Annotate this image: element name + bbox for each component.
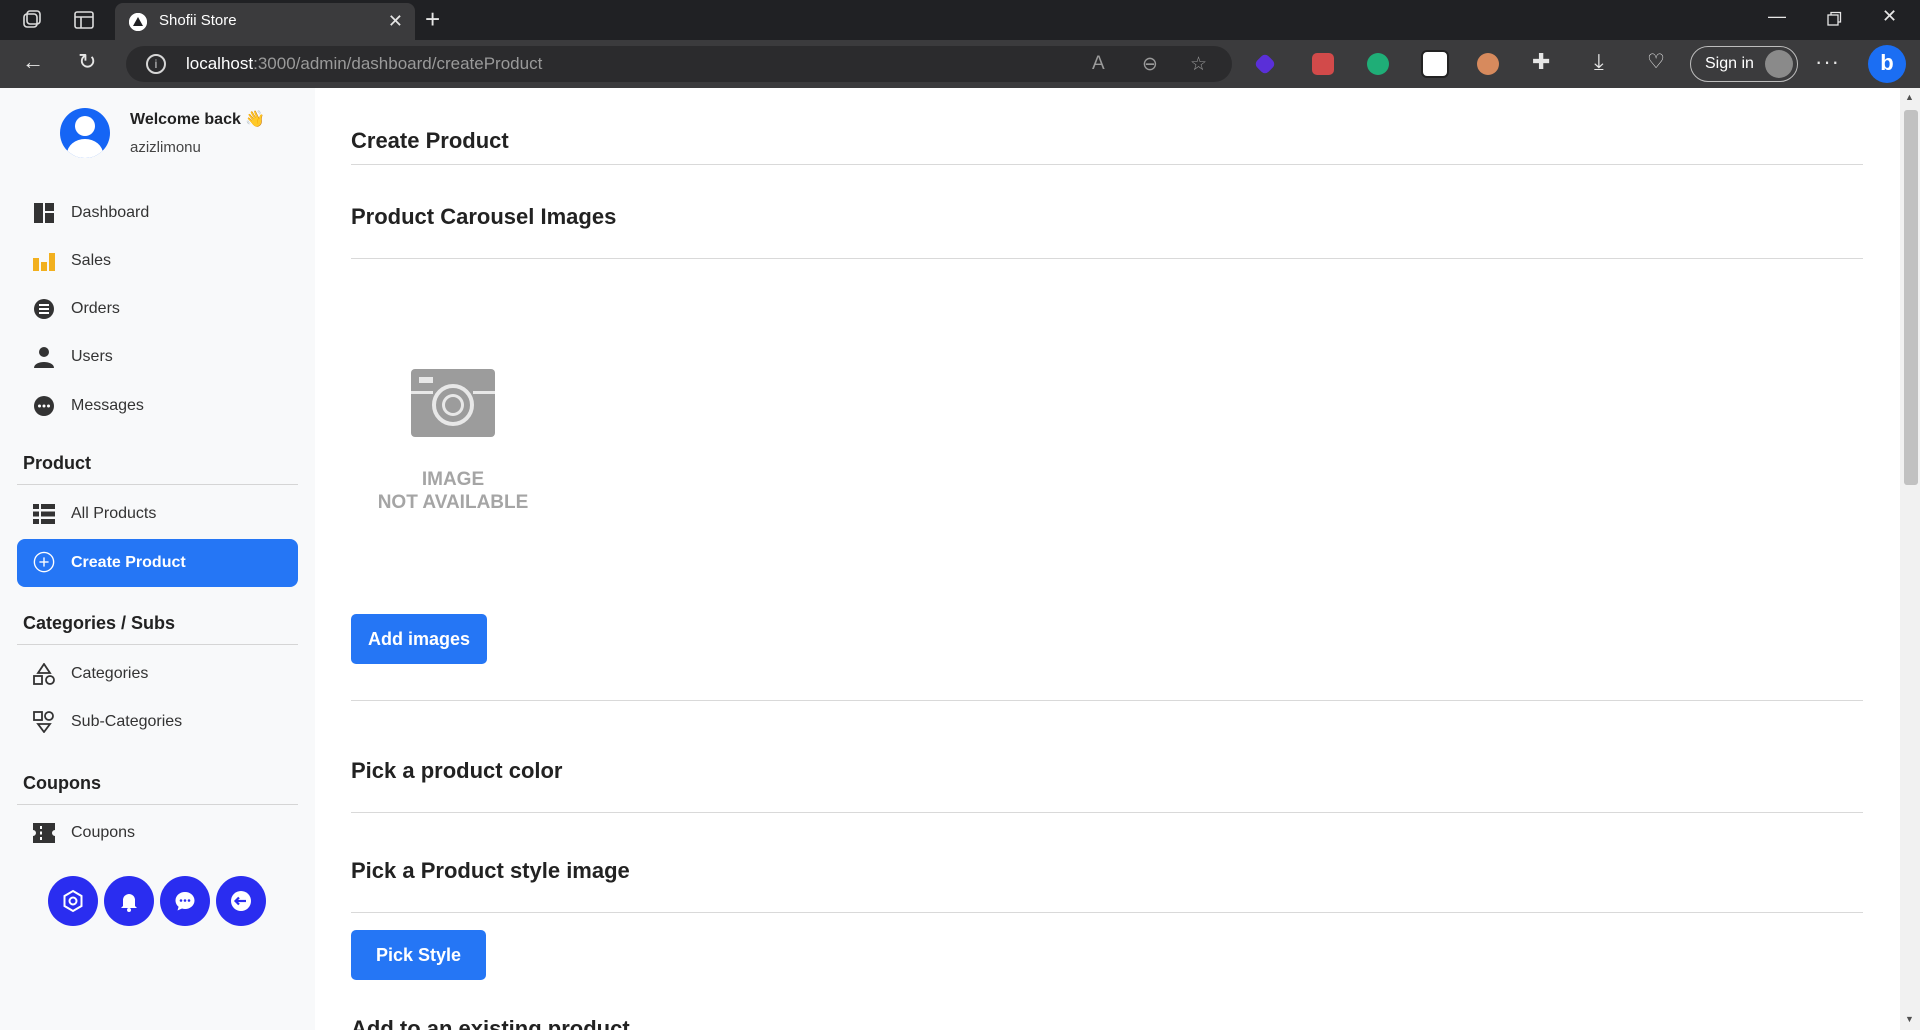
list-icon [34,299,54,319]
user-icon [34,347,54,368]
divider [351,164,1863,165]
new-tab-icon[interactable]: + [425,5,440,33]
carousel-images-heading: Product Carousel Images [351,204,617,229]
section-divider [17,804,298,805]
dashboard-icon [34,203,54,223]
extension-diamond-icon[interactable] [1253,52,1277,76]
user-avatar [60,108,110,158]
sidebar-item-create-product[interactable]: Create Product [17,539,298,587]
product-color-heading: Pick a product color [351,758,563,783]
create-product-form: Create Product Product Carousel Images I… [315,88,1900,1030]
refresh-icon[interactable]: ↻ [78,49,96,75]
logout-button[interactable] [216,876,266,926]
zoom-icon[interactable]: ⊖ [1142,53,1158,76]
workspaces-icon[interactable] [20,8,44,32]
settings-icon [63,889,83,913]
back-icon[interactable]: ← [22,49,44,75]
camera-icon [411,369,495,437]
extension-calendar-icon[interactable] [1312,53,1334,75]
divider [351,812,1863,813]
sidebar-item-dashboard[interactable]: Dashboard [17,191,298,235]
shapes-icon [33,663,55,685]
site-info-icon[interactable]: i [146,54,166,74]
extension-bracket-icon[interactable] [1421,50,1449,78]
more-options-icon[interactable]: ··· [1815,49,1840,75]
restore-icon[interactable] [1826,11,1842,27]
existing-product-heading: Add to an existing product [351,1016,630,1030]
messages-button[interactable] [160,876,210,926]
sidebar-item-categories[interactable]: Categories [17,652,298,696]
url-text[interactable]: localhost:3000/admin/dashboard/createPro… [186,54,542,74]
section-title-product: Product [23,453,92,473]
bar-chart-icon [33,253,55,271]
extensions-puzzle-icon[interactable]: ✚ [1532,49,1550,75]
sign-in-button[interactable]: Sign in [1690,46,1798,82]
add-images-button[interactable]: Add images [351,614,487,664]
username: azizlimonu [130,139,201,156]
notifications-button[interactable] [104,876,154,926]
ticket-icon [33,823,55,843]
table-icon [33,504,55,524]
admin-sidebar: Welcome back 👋 azizlimonu ‹ Dashboard Sa… [0,88,323,1030]
scroll-thumb[interactable] [1904,110,1918,485]
read-aloud-icon[interactable]: A [1092,53,1105,75]
welcome-text: Welcome back 👋 [130,111,266,128]
sidebar-item-users[interactable]: Users [17,335,298,379]
page-title: Create Product [351,128,509,153]
placeholder-text: IMAGE NOT AVAILABLE [377,469,529,513]
sub-shapes-icon [33,711,54,733]
bell-icon [121,894,137,912]
divider [351,258,1863,259]
downloads-icon[interactable]: ⤓ [1594,49,1604,75]
address-bar[interactable]: i localhost:3000/admin/dashboard/createP… [126,46,1232,82]
sidebar-item-orders[interactable]: Orders [17,287,298,331]
minimize-icon[interactable]: — [1768,6,1786,27]
divider [351,912,1863,913]
sidebar-item-sub-categories[interactable]: Sub-Categories [17,700,298,744]
sidebar-item-all-products[interactable]: All Products [17,492,298,536]
settings-button[interactable] [48,876,98,926]
chat-icon [34,396,54,416]
section-divider [17,644,298,645]
extension-face-icon[interactable] [1477,53,1499,75]
site-favicon-icon [129,13,147,31]
tab-title: Shofii Store [159,12,237,29]
profile-avatar-icon [1765,50,1793,78]
product-style-heading: Pick a Product style image [351,858,630,883]
extension-target-icon[interactable] [1367,53,1389,75]
pick-style-button[interactable]: Pick Style [351,930,486,980]
image-not-available-placeholder: IMAGE NOT AVAILABLE [353,358,553,518]
plus-circle-icon [33,551,55,573]
section-title-coupons: Coupons [23,773,101,793]
scroll-down-icon[interactable]: ▼ [1905,1014,1914,1024]
browser-tab-bar: Shofii Store ✕ + — ✕ [0,0,1920,40]
logout-icon [231,891,251,911]
page-scrollbar[interactable]: ▲ ▼ [1900,88,1920,1030]
sidebar-item-messages[interactable]: Messages [17,384,298,428]
close-window-icon[interactable]: ✕ [1882,6,1897,27]
browser-toolbar: ← ↻ i localhost:3000/admin/dashboard/cre… [0,40,1920,88]
sidebar-item-sales[interactable]: Sales [17,239,298,283]
tab-close-icon[interactable]: ✕ [388,11,403,32]
divider [351,700,1863,701]
section-divider [17,484,298,485]
chat-bubble-icon [175,892,195,911]
performance-heart-icon[interactable]: ♡ [1647,49,1665,74]
favorite-star-icon[interactable]: ☆ [1190,53,1207,76]
tab-actions-icon[interactable] [72,8,96,32]
scroll-up-icon[interactable]: ▲ [1905,92,1914,102]
sidebar-item-coupons[interactable]: Coupons [17,811,298,855]
browser-tab-active[interactable]: Shofii Store ✕ [115,3,415,40]
section-title-categories: Categories / Subs [23,613,176,633]
bing-copilot-icon[interactable]: b [1868,45,1906,83]
